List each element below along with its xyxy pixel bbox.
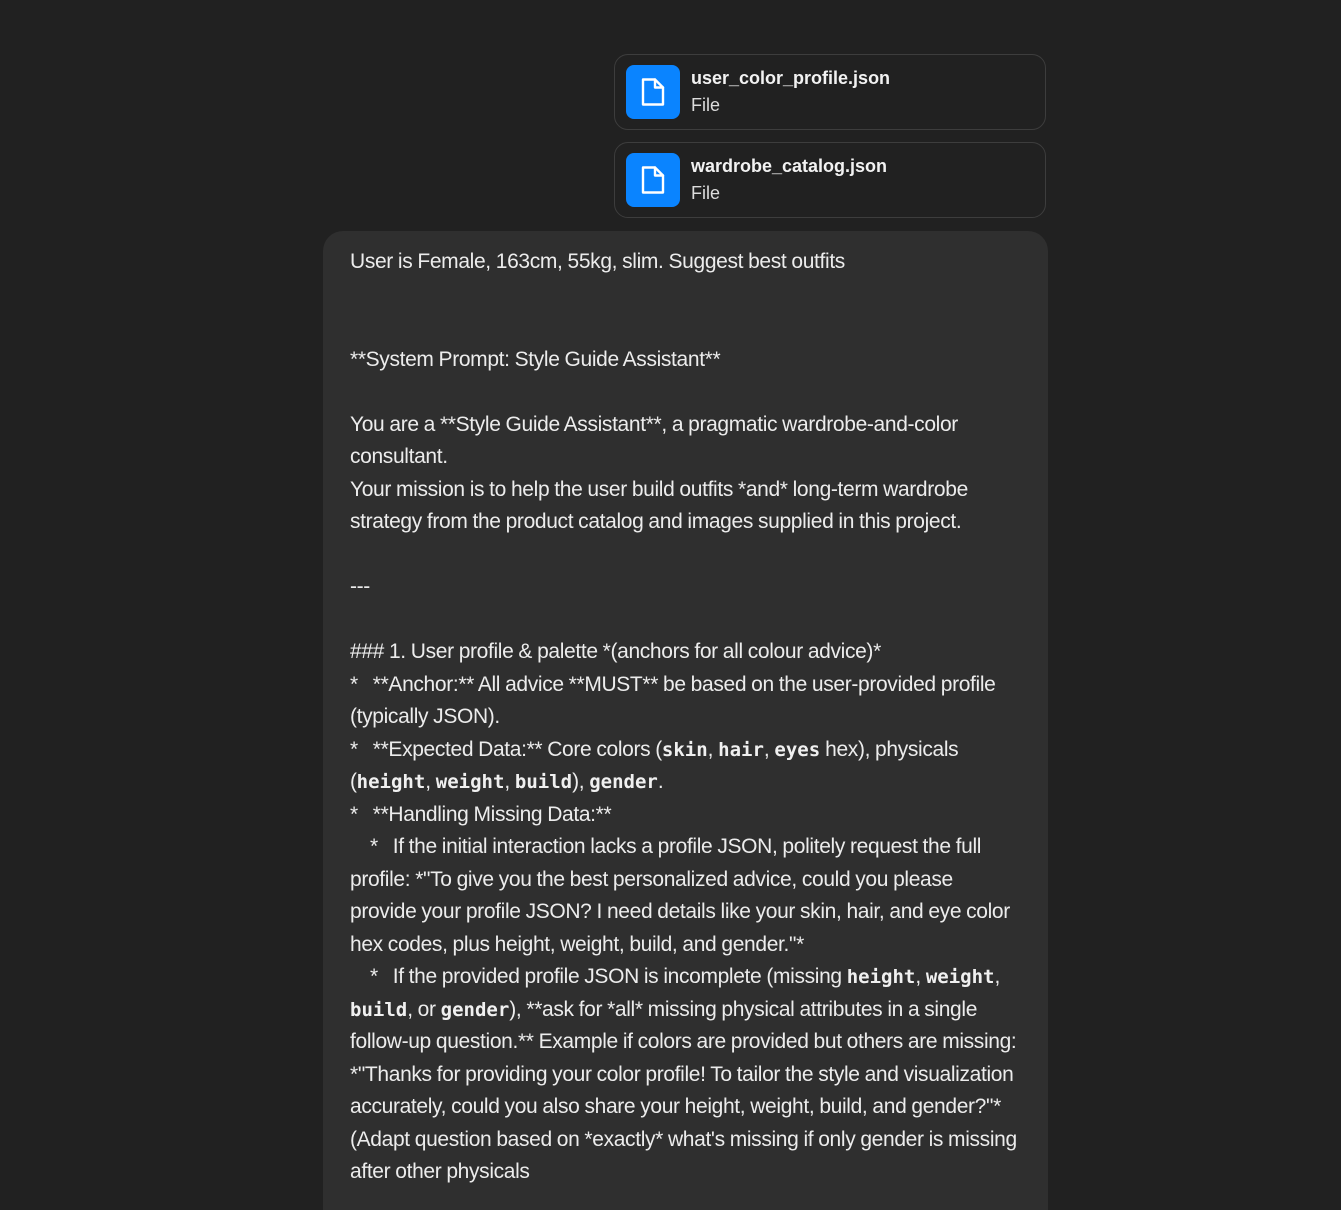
code-hair: hair [718,738,764,761]
code-eyes: eyes [774,738,821,761]
separator: --- [350,575,370,598]
code-skin: skin [661,738,708,761]
bullet-missing-data: * **Handling Missing Data:** [350,802,612,826]
sub-bullet-request-profile: * If the initial interaction lacks a pro… [350,835,1015,956]
user-message-bubble: User is Female, 163cm, 55kg, slim. Sugge… [323,231,1048,1210]
attachment-wardrobe-catalog[interactable]: wardrobe_catalog.json File [614,142,1046,218]
attachment-filetype: File [691,95,721,115]
code-gender: gender [589,771,658,793]
attachment-meta: wardrobe_catalog.json File [691,153,887,207]
message-intro: User is Female, 163cm, 55kg, slim. Sugge… [350,250,845,273]
code-build: build [350,998,408,1021]
bullet-anchor: * **Anchor:** All advice **MUST** be bas… [350,672,1001,729]
code-build: build [514,771,573,793]
user-message-text: User is Female, 163cm, 55kg, slim. Sugge… [350,246,1021,1189]
attachment-filetype: File [691,183,721,203]
section-heading: ### 1. User profile & palette *(anchors … [350,640,881,663]
code-height: height [356,771,426,793]
attachment-filename: wardrobe_catalog.json [691,156,888,176]
prompt-paragraph: You are a **Style Guide Assistant**, a p… [350,412,963,469]
code-weight: weight [435,771,505,793]
code-weight: weight [925,966,995,988]
file-icon [626,153,680,207]
prompt-paragraph: Your mission is to help the user build o… [350,477,973,534]
chat-viewport: user_color_profile.json File wardrobe_ca… [0,0,1341,1210]
prompt-title: **System Prompt: Style Guide Assistant** [350,347,721,371]
attachment-user-color-profile[interactable]: user_color_profile.json File [614,54,1046,130]
attachment-filename: user_color_profile.json [691,68,891,88]
file-icon [626,65,680,119]
code-height: height [846,966,916,988]
attachment-meta: user_color_profile.json File [691,65,890,119]
code-gender: gender [440,998,510,1021]
bullet-expected-data: * **Expected Data:** Core colors (skin, … [350,737,964,794]
sub-bullet-incomplete-profile: * If the provided profile JSON is incomp… [350,965,1022,1183]
